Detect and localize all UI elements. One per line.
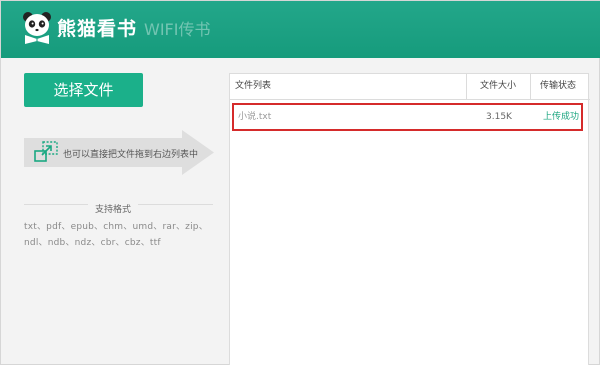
file-name-cell: 小说.txt xyxy=(238,112,272,122)
column-header-file-size: 文件大小 xyxy=(480,81,517,91)
app-header: 熊猫看书 WIFI传书 xyxy=(1,1,600,58)
transfer-status-cell: 上传成功 xyxy=(543,112,580,122)
table-row[interactable]: 小说.txt 3.15K 上传成功 xyxy=(232,103,583,131)
column-divider xyxy=(530,74,531,99)
choose-file-button[interactable]: 选择文件 xyxy=(24,73,143,107)
drag-resize-icon xyxy=(34,141,58,162)
column-divider xyxy=(466,74,467,99)
column-header-transfer-status: 传输状态 xyxy=(540,81,577,91)
file-list-panel: 文件列表 文件大小 传输状态 小说.txt 3.15K 上传成功 xyxy=(229,73,590,365)
header-divider xyxy=(230,99,590,100)
app-brand-title: 熊猫看书 xyxy=(57,18,138,40)
panda-book-logo-icon xyxy=(23,12,51,44)
column-header-file-name: 文件列表 xyxy=(235,81,272,91)
formats-list: txt、pdf、epub、chm、umd、rar、zip、ndl、ndb、ndz… xyxy=(24,222,208,248)
drag-hint-text: 也可以直接把文件拖到右边列表中 xyxy=(63,150,199,160)
formats-title-wrap: 支持格式 xyxy=(88,197,139,216)
app-subtitle: WIFI传书 xyxy=(144,20,211,39)
file-size-cell: 3.15K xyxy=(486,112,512,122)
formats-title: 支持格式 xyxy=(95,205,132,215)
